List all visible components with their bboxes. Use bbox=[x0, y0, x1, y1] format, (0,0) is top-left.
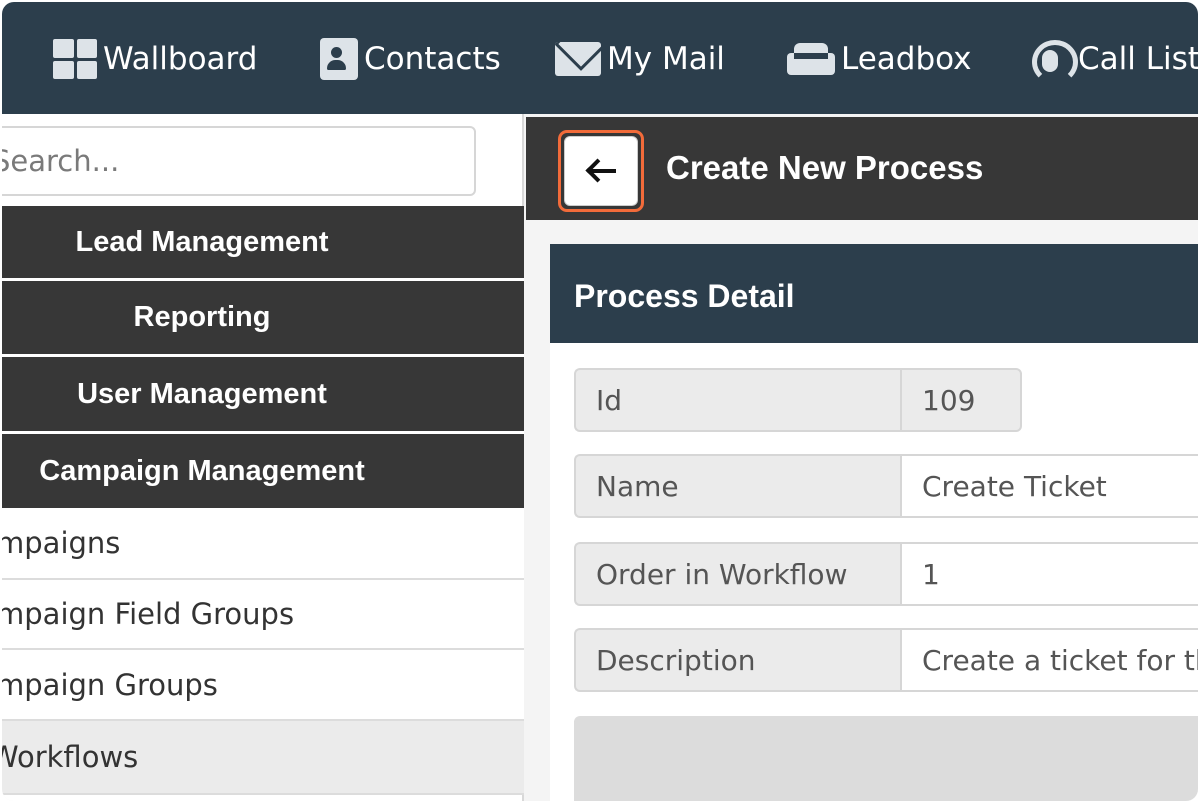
nav-item-call-list[interactable]: Call List bbox=[1028, 37, 1198, 84]
nav-item-contacts[interactable]: Contacts bbox=[320, 37, 501, 81]
order-in-workflow-input[interactable]: 1 bbox=[900, 542, 1198, 606]
name-input[interactable]: Create Ticket bbox=[900, 454, 1198, 518]
id-value: 109 bbox=[900, 368, 1022, 432]
field-order-in-workflow: Order in Workflow 1 bbox=[574, 542, 1198, 606]
nav-label: Call List bbox=[1078, 41, 1198, 77]
nav-label: Contacts bbox=[364, 41, 501, 77]
contacts-icon bbox=[320, 38, 358, 80]
sidebar-section-label: Lead Management bbox=[75, 225, 329, 258]
sidebar-item-campaigns[interactable]: Campaigns bbox=[2, 508, 524, 580]
field-label: Order in Workflow bbox=[574, 542, 900, 606]
back-button[interactable] bbox=[564, 136, 638, 206]
sidebar-item-workflows[interactable]: Workflows bbox=[2, 721, 524, 795]
field-id: Id 109 bbox=[574, 368, 1022, 432]
nav-item-my-mail[interactable]: My Mail bbox=[555, 37, 725, 81]
headset-icon bbox=[1028, 38, 1078, 84]
field-name: Name Create Ticket bbox=[574, 454, 1198, 518]
wallboard-icon bbox=[53, 39, 97, 79]
sidebar-item-label: Campaign Groups bbox=[2, 667, 218, 702]
sidebar-section-reporting[interactable]: Reporting bbox=[2, 281, 524, 357]
sidebar-section-campaign-management[interactable]: Campaign Management bbox=[2, 434, 524, 508]
main-content: Create New Process Process Detail Id 109… bbox=[526, 114, 1198, 801]
sidebar-item-label: Workflows bbox=[2, 740, 139, 774]
nav-item-leadbox[interactable]: Leadbox bbox=[787, 37, 972, 81]
process-detail-panel: Process Detail Id 109 Name Create Ticket… bbox=[550, 244, 1198, 801]
sidebar-item-campaign-groups[interactable]: Campaign Groups bbox=[2, 650, 524, 721]
field-label: Id bbox=[574, 368, 900, 432]
sidebar-section-user-management[interactable]: User Management bbox=[2, 357, 524, 434]
page-title: Create New Process bbox=[666, 149, 984, 186]
field-description: Description Create a ticket for the bbox=[574, 628, 1198, 692]
search-input[interactable] bbox=[2, 126, 476, 196]
panel-header: Process Detail bbox=[550, 244, 1198, 343]
field-label: Name bbox=[574, 454, 900, 518]
nav-label: My Mail bbox=[607, 41, 725, 77]
sidebar-item-label: Campaigns bbox=[2, 526, 121, 560]
field-label: Description bbox=[574, 628, 900, 692]
leadbox-icon bbox=[787, 43, 835, 75]
sidebar-item-campaign-field-groups[interactable]: Campaign Field Groups bbox=[2, 580, 524, 650]
top-navbar: Wallboard Contacts My Mail Leadbox Call … bbox=[2, 2, 1198, 114]
sidebar-section-label: Campaign Management bbox=[39, 454, 365, 487]
arrow-left-icon bbox=[585, 158, 617, 183]
page-header: Create New Process bbox=[526, 117, 1198, 220]
sidebar-section-lead-management[interactable]: Lead Management bbox=[2, 206, 524, 281]
description-input[interactable]: Create a ticket for the bbox=[900, 628, 1198, 692]
sidebar-section-label: Reporting bbox=[133, 301, 271, 333]
nav-item-wallboard[interactable]: Wallboard bbox=[53, 37, 257, 81]
panel-title: Process Detail bbox=[574, 278, 795, 314]
app-window: Wallboard Contacts My Mail Leadbox Call … bbox=[2, 2, 1198, 801]
content-placeholder-block bbox=[574, 716, 1198, 801]
sidebar-item-label: Campaign Field Groups bbox=[2, 597, 295, 631]
nav-label: Leadbox bbox=[841, 41, 972, 77]
mail-icon bbox=[555, 42, 601, 76]
nav-label: Wallboard bbox=[103, 41, 258, 77]
sidebar: Lead Management Reporting User Managemen… bbox=[2, 114, 524, 801]
sidebar-section-label: User Management bbox=[77, 377, 327, 410]
